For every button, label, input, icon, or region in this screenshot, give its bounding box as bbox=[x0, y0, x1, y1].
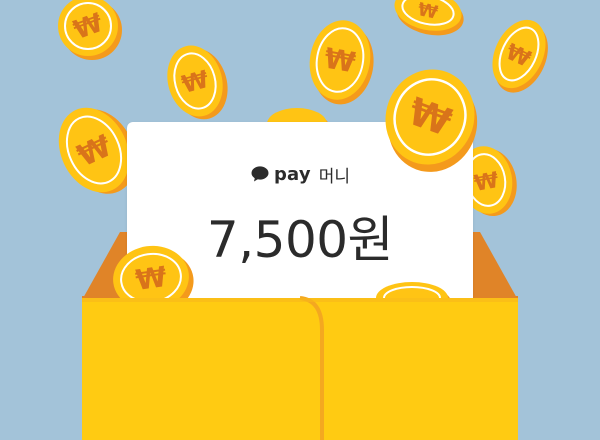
envelope-front bbox=[82, 296, 518, 440]
pay-money-scene: ₩ ₩ ₩ ₩ ₩ ₩ ₩ pay 머니 7,500원 ₩ ₩ bbox=[0, 0, 600, 440]
